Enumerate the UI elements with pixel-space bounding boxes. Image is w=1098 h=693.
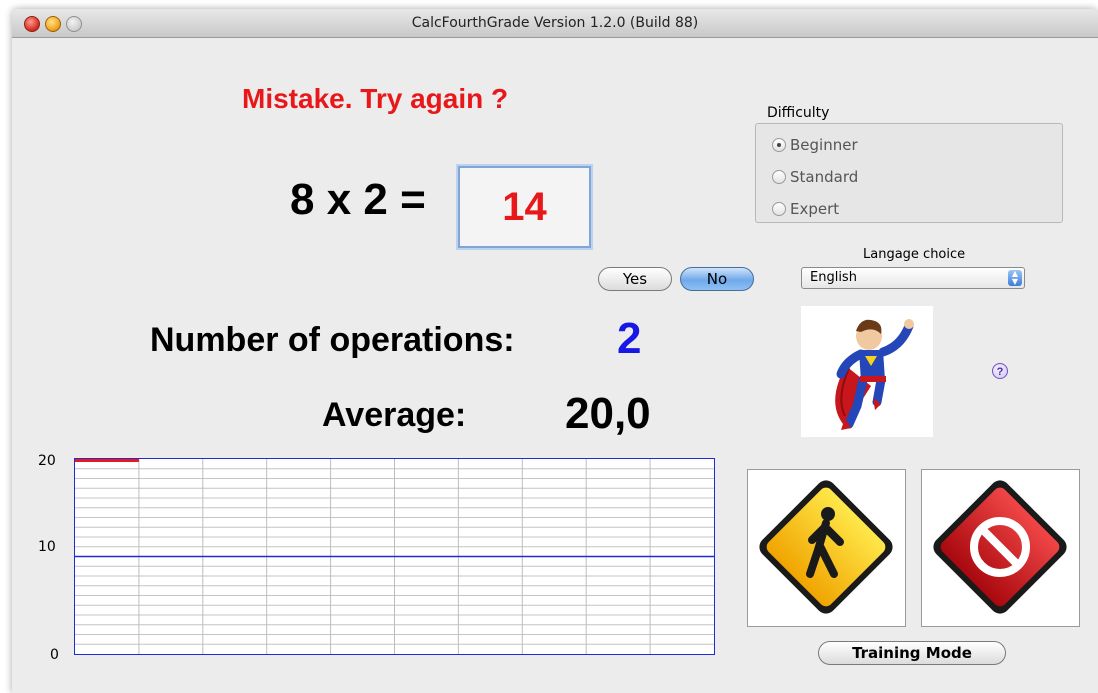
y-tick-label: 20 [38, 453, 56, 469]
difficulty-label-standard: Standard [790, 168, 859, 186]
language-selected: English [810, 270, 857, 285]
difficulty-option-beginner[interactable]: Beginner [772, 136, 858, 154]
start-button[interactable] [747, 469, 906, 627]
feedback-message: Mistake. Try again ? [242, 83, 509, 114]
average-value: 20,0 [565, 389, 651, 438]
app-window: CalcFourthGrade Version 1.2.0 (Build 88)… [12, 9, 1098, 693]
answer-field[interactable]: 14 [458, 166, 591, 248]
stop-sign-icon [933, 480, 1067, 614]
average-label: Average: [322, 396, 467, 434]
language-title: Langage choice [863, 247, 966, 262]
chart-canvas [75, 459, 714, 654]
difficulty-title: Difficulty [767, 105, 830, 121]
window-title: CalcFourthGrade Version 1.2.0 (Build 88) [411, 15, 699, 31]
select-arrows-icon: ▲ ▼ [1008, 270, 1022, 286]
difficulty-option-expert[interactable]: Expert [772, 200, 839, 218]
radio-expert[interactable] [772, 202, 786, 216]
training-mode-button[interactable]: Training Mode [818, 641, 1006, 665]
operations-label: Number of operations: [150, 321, 515, 359]
radio-beginner[interactable] [772, 138, 786, 152]
walking-man-sign-icon [759, 480, 893, 614]
difficulty-label-beginner: Beginner [790, 136, 858, 154]
progress-chart [74, 458, 715, 655]
operations-value: 2 [617, 314, 642, 363]
stop-button[interactable] [921, 469, 1080, 627]
difficulty-label-expert: Expert [790, 200, 840, 218]
superhero-image [801, 306, 933, 437]
y-tick-label: 10 [38, 539, 56, 555]
radio-standard[interactable] [772, 170, 786, 184]
difficulty-option-standard[interactable]: Standard [772, 168, 858, 186]
equation-text: 8 x 2 = [290, 175, 426, 224]
title-bar[interactable]: CalcFourthGrade Version 1.2.0 (Build 88) [12, 9, 1098, 38]
difficulty-group: Beginner Standard Expert [755, 123, 1063, 223]
help-icon[interactable]: ? [992, 363, 1008, 379]
language-select[interactable]: English ▲ ▼ [801, 267, 1025, 289]
no-button[interactable]: No [680, 267, 754, 291]
yes-button[interactable]: Yes [598, 267, 672, 291]
y-tick-label: 0 [50, 647, 59, 663]
